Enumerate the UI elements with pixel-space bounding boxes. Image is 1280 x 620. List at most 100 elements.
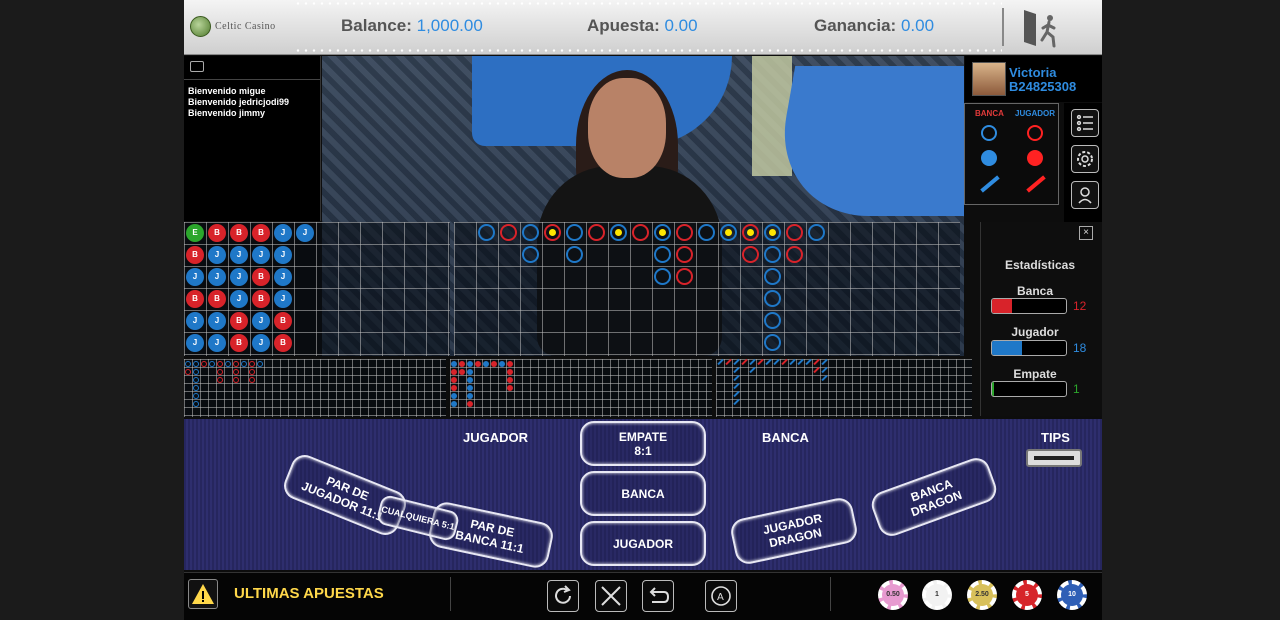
derived-road-mark <box>459 369 465 375</box>
bead-road-result: J <box>230 246 248 264</box>
bet-label: Apuesta: <box>587 16 660 35</box>
big-road-mark <box>720 224 737 241</box>
stats-empate-label: Empate <box>1013 367 1057 381</box>
casino-logo: Celtic Casino <box>190 16 276 37</box>
stats-jugador-bar <box>991 340 1067 356</box>
predictor-slash[interactable] <box>980 175 1000 193</box>
win-label: Ganancia: <box>814 16 897 35</box>
menu-list-button[interactable] <box>1071 109 1099 137</box>
chat-bubble-icon[interactable] <box>190 61 204 72</box>
tool-column <box>1064 103 1102 223</box>
win-value: 0.00 <box>900 16 935 35</box>
exit-icon[interactable] <box>1020 6 1064 50</box>
derived-road-mark <box>821 366 828 374</box>
big-road-mark <box>742 224 759 241</box>
bead-road-result: J <box>208 312 226 330</box>
bead-road-result: J <box>274 246 292 264</box>
dealer-icon <box>1078 187 1092 204</box>
stats-close-button[interactable]: × <box>1079 226 1093 240</box>
logo-emblem-icon <box>190 16 211 37</box>
balance-label: Balance: <box>341 16 412 35</box>
clear-bets-button[interactable] <box>595 580 627 612</box>
chip-label: 0.50 <box>886 591 900 598</box>
big-road-mark <box>676 268 693 285</box>
close-icon <box>601 586 621 606</box>
player-name: Victoria <box>1009 65 1057 80</box>
chat-message: Bienvenido jedricjodi99 <box>188 97 290 107</box>
predictor-small-dot[interactable] <box>981 150 997 166</box>
bead-road-result: J <box>186 268 204 286</box>
predictor-slash[interactable] <box>1026 175 1046 193</box>
bead-road-result: B <box>230 312 248 330</box>
bead-road-result: J <box>186 312 204 330</box>
undo-button[interactable] <box>642 580 674 612</box>
bead-road-result: B <box>252 290 270 308</box>
repeat-button[interactable] <box>547 580 579 612</box>
settings-button[interactable] <box>1071 145 1099 173</box>
auto-icon: A <box>711 586 731 606</box>
predictor-banca-label: BANCA <box>975 109 1004 118</box>
tips-button[interactable] <box>1026 449 1082 467</box>
bead-road-result: J <box>274 268 292 286</box>
bead-road-result: J <box>208 334 226 352</box>
stats-empate-fill <box>992 382 995 396</box>
bet-jugador[interactable]: JUGADOR <box>580 521 706 566</box>
auto-play-button[interactable]: A <box>705 580 737 612</box>
stats-jugador-value: 18 <box>1073 341 1087 355</box>
avatar <box>972 62 1006 96</box>
derived-road-mark <box>491 361 497 367</box>
dealer-tip-button[interactable] <box>1071 181 1099 209</box>
derived-road-mark <box>193 401 199 407</box>
predictor-big-eye-circle[interactable] <box>1027 125 1043 141</box>
chip-1[interactable]: 1 <box>922 580 952 610</box>
derived-road-mark <box>467 385 473 391</box>
derived-road-mark <box>733 374 740 382</box>
bet-empate[interactable]: EMPATE 8:1 <box>580 421 706 466</box>
derived-road-mark <box>733 382 740 390</box>
balance-value: 1,000.00 <box>416 16 483 35</box>
warning-icon <box>192 584 214 604</box>
derived-road-mark <box>507 361 513 367</box>
chip-250[interactable]: 2.50 <box>967 580 997 610</box>
chat-panel: Bienvenido migue Bienvenido jedricjodi99… <box>184 56 321 221</box>
big-road-mark <box>764 312 781 329</box>
derived-road-mark <box>813 366 820 374</box>
big-road-mark <box>500 224 517 241</box>
bead-road-result: J <box>252 246 270 264</box>
predictor-small-dot[interactable] <box>1027 150 1043 166</box>
big-road-mark <box>698 224 715 241</box>
bead-road-result: J <box>274 290 292 308</box>
bead-road-result: J <box>252 334 270 352</box>
top-dots <box>294 2 1002 5</box>
big-road-mark <box>676 246 693 263</box>
chip-10[interactable]: 10 <box>1057 580 1087 610</box>
derived-road-mark <box>725 358 732 366</box>
top-bar: Celtic Casino Balance: 1,000.00 Apuesta:… <box>184 0 1102 55</box>
bottom-divider <box>450 577 451 611</box>
last-bets-label[interactable]: ULTIMAS APUESTAS <box>234 585 384 602</box>
derived-road-mark <box>741 358 748 366</box>
derived-road-mark <box>765 358 772 366</box>
derived-road-mark <box>467 393 473 399</box>
stats-empate-value: 1 <box>1073 382 1080 396</box>
bet-banca[interactable]: BANCA <box>580 471 706 516</box>
refresh-icon <box>555 585 571 604</box>
chip-050[interactable]: 0.50 <box>878 580 908 610</box>
stats-jugador-label: Jugador <box>1011 325 1059 339</box>
warning-button[interactable] <box>188 579 218 609</box>
derived-road-mark <box>193 361 199 367</box>
predictor-big-eye-circle[interactable] <box>981 125 997 141</box>
stats-banca-label: Banca <box>1016 284 1054 298</box>
tips-label: TIPS <box>1041 430 1070 445</box>
derived-road-mark <box>217 361 223 367</box>
derived-road-mark <box>749 366 756 374</box>
derived-road-mark <box>233 377 239 383</box>
derived-road-mark <box>733 398 740 406</box>
chat-header <box>184 56 320 80</box>
chip-5[interactable]: 5 <box>1012 580 1042 610</box>
video-table-right <box>768 66 964 216</box>
win-display: Ganancia: 0.00 <box>814 16 934 36</box>
video-dealer-face <box>588 78 666 178</box>
derived-road-mark <box>821 358 828 366</box>
bottom-bar: ULTIMAS APUESTAS A 0.50 1 2.50 5 10 <box>184 572 1102 620</box>
